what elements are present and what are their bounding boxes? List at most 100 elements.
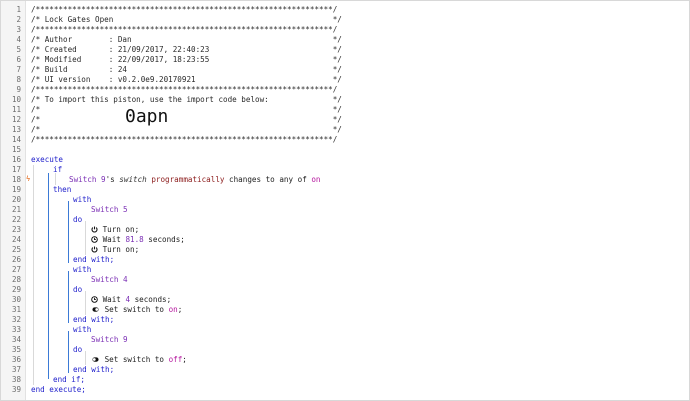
line-number: 11 — [11, 105, 21, 114]
line-number: 30 — [11, 295, 21, 304]
line-number-gutter: 1 2 3 4 5 6 7 8 9 10 11 12 13 14 15 16 17 18 19 20 21 22 23 24 2… — [1, 1, 26, 400]
task-label-suffix: seconds; — [143, 235, 185, 244]
comment-modified: /* Modified : 22/09/2017, 18:23:55 */ — [31, 55, 342, 64]
task-turn-on[interactable]: Turn on; — [91, 225, 139, 235]
with-block-rail — [68, 331, 69, 373]
line-number: 32 — [11, 315, 21, 324]
line-number: 33 — [11, 325, 21, 334]
task-label: Turn on; — [98, 245, 140, 254]
line-number: 23 — [11, 225, 21, 234]
line-number: 35 — [11, 345, 21, 354]
end-with-keyword[interactable]: end with; — [73, 315, 114, 325]
condition-attribute: switch — [119, 175, 147, 184]
line-number: 17 — [11, 165, 21, 174]
task-set-switch[interactable]: Set switch to on; — [91, 305, 182, 315]
task-wait[interactable]: Wait 4 seconds; — [91, 295, 171, 305]
end-if-keyword[interactable]: end if; — [53, 375, 85, 385]
comment-created: /* Created : 21/09/2017, 22:40:23 */ — [31, 45, 342, 54]
condition-statement[interactable]: Switch 9's switch programmatically chang… — [69, 175, 321, 185]
line-number: 4 — [16, 35, 21, 44]
line-number: 27 — [11, 265, 21, 274]
line-number: 24 — [11, 235, 21, 244]
do-keyword[interactable]: do — [73, 215, 82, 225]
warning-marker-icon: ϟ — [26, 175, 31, 183]
task-turn-on[interactable]: Turn on; — [91, 245, 139, 255]
line-number: 38 — [11, 375, 21, 384]
task-label: Wait — [98, 235, 126, 244]
comment-border-top: /***************************************… — [31, 5, 338, 14]
device-switch-5[interactable]: Switch 5 — [91, 205, 128, 215]
line-number: 8 — [16, 75, 21, 84]
line-number: 39 — [11, 385, 21, 394]
line-number: 26 — [11, 255, 21, 264]
device-switch-4[interactable]: Switch 4 — [91, 275, 128, 285]
line-number: 21 — [11, 205, 21, 214]
execute-keyword[interactable]: execute — [31, 155, 63, 165]
piston-code-editor: 1 2 3 4 5 6 7 8 9 10 11 12 13 14 15 16 17 18 19 20 21 22 23 24 2… — [0, 0, 690, 401]
do-rail — [85, 351, 86, 365]
end-with-keyword[interactable]: end with; — [73, 365, 114, 375]
set-value: off — [168, 355, 183, 364]
line-number: 7 — [16, 65, 21, 74]
with-keyword[interactable]: with — [73, 195, 91, 205]
set-value: on — [168, 305, 178, 314]
power-icon — [91, 226, 98, 233]
line-number: 20 — [11, 195, 21, 204]
if-block-rail — [48, 173, 49, 379]
line-number: 3 — [16, 25, 21, 34]
task-set-switch[interactable]: Set switch to off; — [91, 355, 187, 365]
task-semicolon: ; — [177, 305, 183, 314]
comment-border: /***************************************… — [31, 25, 338, 34]
comment-blank: /* */ — [31, 125, 342, 134]
task-wait[interactable]: Wait 81.8 seconds; — [91, 235, 185, 245]
if-keyword[interactable]: if — [53, 165, 62, 175]
comment-import-text: /* To import this piston, use the import… — [31, 95, 342, 104]
with-block-rail — [68, 201, 69, 263]
then-keyword[interactable]: then — [53, 185, 71, 195]
task-label: Set switch to — [100, 355, 169, 364]
line-number: 15 — [11, 145, 21, 154]
condition-device: Switch 9 — [69, 175, 106, 184]
do-keyword[interactable]: do — [73, 285, 82, 295]
with-block-rail — [68, 271, 69, 323]
import-code[interactable]: 0apn — [125, 106, 168, 127]
comment-blank: /* */ — [31, 105, 342, 114]
line-number: 18 — [11, 175, 21, 184]
comment-author: /* Author : Dan */ — [31, 35, 342, 44]
device-switch-9[interactable]: Switch 9 — [91, 335, 128, 345]
line-number: 36 — [11, 355, 21, 364]
task-label: Turn on; — [98, 225, 140, 234]
clock-icon — [91, 236, 98, 243]
line-number: 25 — [11, 245, 21, 254]
line-number: 1 — [16, 5, 21, 14]
line-number: 13 — [11, 125, 21, 134]
task-semicolon: ; — [182, 355, 187, 364]
comment-blank: /* */ — [31, 115, 342, 124]
comment-ui-version: /* UI version : v0.2.0e9.20170921 */ — [31, 75, 342, 84]
line-number: 34 — [11, 335, 21, 344]
end-with-keyword[interactable]: end with; — [73, 255, 114, 265]
execute-rail — [33, 165, 34, 385]
line-number: 5 — [16, 45, 21, 54]
task-label-suffix: seconds; — [130, 295, 172, 304]
do-keyword[interactable]: do — [73, 345, 82, 355]
line-number: 6 — [16, 55, 21, 64]
do-rail — [85, 291, 86, 315]
line-number: 16 — [11, 155, 21, 164]
line-number: 28 — [11, 275, 21, 284]
line-number: 29 — [11, 285, 21, 294]
with-keyword[interactable]: with — [73, 265, 91, 275]
toggle-icon — [92, 357, 99, 362]
condition-rest: changes to any of — [224, 175, 312, 184]
with-keyword[interactable]: with — [73, 325, 91, 335]
line-number: 12 — [11, 115, 21, 124]
line-number: 19 — [11, 185, 21, 194]
condition-possessive: 's — [105, 175, 120, 184]
end-execute-keyword[interactable]: end execute; — [31, 385, 86, 395]
comment-title: /* Lock Gates Open */ — [31, 15, 342, 24]
comment-build: /* Build : 24 */ — [31, 65, 342, 74]
condition-operator: programmatically — [151, 175, 225, 184]
line-number: 2 — [16, 15, 21, 24]
toggle-icon — [92, 307, 99, 312]
line-number: 37 — [11, 365, 21, 374]
